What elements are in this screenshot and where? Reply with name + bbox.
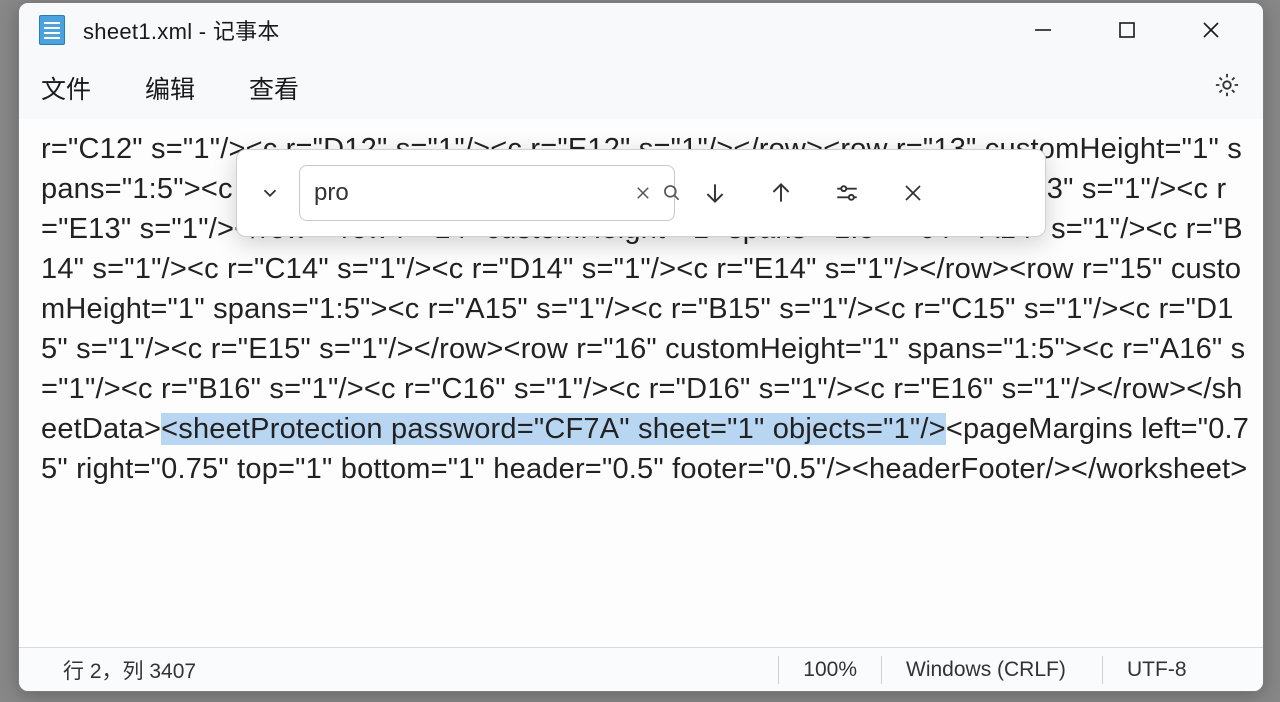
find-next-button[interactable] bbox=[689, 167, 741, 219]
close-icon bbox=[1201, 20, 1221, 40]
minimize-button[interactable] bbox=[1021, 8, 1065, 52]
find-prev-button[interactable] bbox=[755, 167, 807, 219]
find-close-button[interactable] bbox=[887, 167, 939, 219]
find-clear-button[interactable] bbox=[634, 184, 652, 202]
statusbar: 行 2，列 3407 100% Windows (CRLF) UTF-8 bbox=[19, 647, 1263, 691]
notepad-icon bbox=[39, 15, 65, 45]
arrow-up-icon bbox=[768, 180, 794, 206]
selected-text: <sheetProtection password="CF7A" sheet="… bbox=[161, 413, 946, 445]
status-encoding: UTF-8 bbox=[1103, 658, 1243, 682]
editor-area: r="C12" s="1"/><c r="D12" s="1"/><c r="E… bbox=[19, 119, 1263, 647]
maximize-icon bbox=[1118, 21, 1136, 39]
minimize-icon bbox=[1033, 20, 1053, 40]
notepad-window: sheet1.xml - 记事本 文件 编辑 查看 r="C12" s="1 bbox=[18, 2, 1264, 692]
arrow-down-icon bbox=[702, 180, 728, 206]
close-icon bbox=[901, 181, 925, 205]
menu-edit[interactable]: 编辑 bbox=[145, 70, 195, 106]
find-search-button[interactable] bbox=[662, 183, 682, 203]
find-input-box bbox=[299, 165, 675, 221]
sliders-icon bbox=[834, 180, 860, 206]
status-zoom[interactable]: 100% bbox=[779, 658, 881, 682]
find-input[interactable] bbox=[314, 179, 624, 207]
chevron-down-icon bbox=[259, 182, 281, 204]
window-controls bbox=[1021, 8, 1251, 52]
titlebar: sheet1.xml - 记事本 bbox=[19, 3, 1263, 57]
maximize-button[interactable] bbox=[1105, 8, 1149, 52]
menu-view[interactable]: 查看 bbox=[249, 70, 299, 106]
window-title: sheet1.xml - 记事本 bbox=[83, 14, 280, 46]
menu-file[interactable]: 文件 bbox=[41, 70, 91, 106]
find-bar bbox=[236, 149, 1046, 237]
search-icon bbox=[662, 183, 682, 203]
find-options-button[interactable] bbox=[821, 167, 873, 219]
settings-button[interactable] bbox=[1213, 71, 1241, 106]
menubar: 文件 编辑 查看 bbox=[19, 57, 1263, 119]
find-expand-button[interactable] bbox=[255, 182, 285, 204]
status-lineending: Windows (CRLF) bbox=[882, 658, 1102, 682]
x-icon bbox=[634, 184, 652, 202]
gear-icon bbox=[1213, 71, 1241, 99]
status-position: 行 2，列 3407 bbox=[39, 655, 220, 685]
close-button[interactable] bbox=[1189, 8, 1233, 52]
